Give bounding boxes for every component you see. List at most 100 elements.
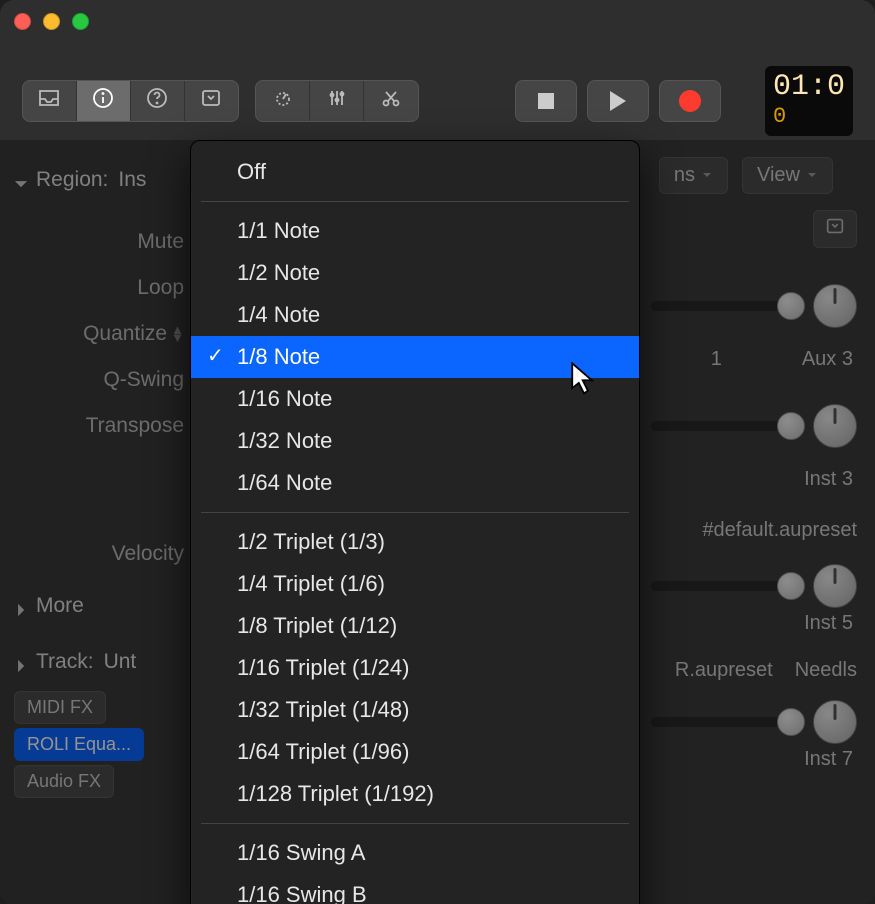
window-minimize-button[interactable] xyxy=(43,13,60,30)
inspector-panel: Region: Ins Mute Loop Quantize ▲▼ Q-Swin… xyxy=(0,141,200,904)
slider-thumb[interactable] xyxy=(777,292,805,320)
preset-right: Needls xyxy=(795,659,857,682)
quantize-menu-item[interactable]: 1/32 Triplet (1/48) xyxy=(191,689,639,731)
mute-label: Mute xyxy=(137,230,184,254)
quantize-menu-item[interactable]: 1/64 Note xyxy=(191,462,639,504)
quantize-menu-item[interactable]: 1/16 Swing A xyxy=(191,832,639,874)
catch-playhead-button[interactable] xyxy=(813,210,857,248)
pan-knob[interactable] xyxy=(813,404,857,448)
mute-row[interactable]: Mute xyxy=(8,219,192,265)
loop-label: Loop xyxy=(137,276,184,300)
info-icon xyxy=(91,86,115,116)
velocity-row[interactable]: Velocity xyxy=(8,531,192,577)
quantize-menu-item[interactable]: 1/2 Triplet (1/3) xyxy=(191,521,639,563)
menu-separator xyxy=(201,823,629,824)
view-dropdown-label: View xyxy=(757,164,800,187)
volume-slider[interactable] xyxy=(651,301,801,311)
chevron-down-icon xyxy=(14,173,28,187)
quantize-label: Quantize xyxy=(83,322,167,346)
chevron-right-icon xyxy=(14,655,28,669)
quantize-menu-item[interactable]: 1/16 Triplet (1/24) xyxy=(191,647,639,689)
smart-controls-button[interactable] xyxy=(256,81,310,121)
channel-name: Inst 5 xyxy=(804,612,853,644)
play-icon xyxy=(610,91,626,111)
panel-down-icon xyxy=(199,86,223,116)
pan-knob[interactable] xyxy=(813,564,857,608)
play-button[interactable] xyxy=(587,80,649,122)
quantize-row[interactable]: Quantize ▲▼ xyxy=(8,311,192,357)
functions-dropdown-label: ns xyxy=(674,164,695,187)
volume-slider[interactable] xyxy=(651,421,801,431)
instrument-slot[interactable]: ROLI Equa... xyxy=(14,728,144,761)
titlebar xyxy=(0,0,875,32)
help-button[interactable] xyxy=(131,81,185,121)
volume-slider[interactable] xyxy=(651,581,801,591)
quantize-menu-item[interactable]: 1/128 Triplet (1/192) xyxy=(191,773,639,815)
toolbar-button[interactable] xyxy=(185,81,239,121)
quantize-menu[interactable]: Off1/1 Note1/2 Note1/4 Note1/8 Note1/16 … xyxy=(190,140,640,904)
quantize-menu-item[interactable]: 1/4 Note xyxy=(191,294,639,336)
midi-fx-slot[interactable]: MIDI FX xyxy=(14,691,106,724)
lcd-time: 01:0 xyxy=(773,70,845,104)
pan-knob[interactable] xyxy=(813,700,857,744)
help-icon xyxy=(145,86,169,116)
channel-name: Inst 3 xyxy=(804,468,853,500)
lcd-display[interactable]: 01:0 0 xyxy=(765,66,853,136)
region-label: Region: xyxy=(36,168,108,192)
quantize-menu-item[interactable]: 1/4 Triplet (1/6) xyxy=(191,563,639,605)
functions-dropdown[interactable]: ns xyxy=(659,157,728,194)
record-icon xyxy=(679,90,701,112)
pan-knob[interactable] xyxy=(813,284,857,328)
quantize-menu-item[interactable]: Off xyxy=(191,151,639,193)
region-value: Ins xyxy=(118,168,146,192)
channel-name: Aux 3 xyxy=(802,348,853,380)
qswing-label: Q-Swing xyxy=(103,368,184,392)
inspector-button-group xyxy=(22,80,239,122)
region-section-header[interactable]: Region: Ins xyxy=(8,155,192,205)
lcd-subvalue: 0 xyxy=(773,104,845,129)
mixer-button[interactable] xyxy=(310,81,364,121)
quantize-menu-item[interactable]: 1/16 Note xyxy=(191,378,639,420)
window-zoom-button[interactable] xyxy=(72,13,89,30)
track-value: Unt xyxy=(104,650,137,674)
stop-button[interactable] xyxy=(515,80,577,122)
chevron-down-icon xyxy=(806,164,818,187)
more-label: More xyxy=(36,594,84,618)
quantize-menu-item[interactable]: 1/8 Triplet (1/12) xyxy=(191,605,639,647)
stepper-icon[interactable]: ▲▼ xyxy=(171,326,184,342)
slider-thumb[interactable] xyxy=(777,572,805,600)
window-close-button[interactable] xyxy=(14,13,31,30)
velocity-label: Velocity xyxy=(112,542,184,566)
quantize-menu-item[interactable]: 1/64 Triplet (1/96) xyxy=(191,731,639,773)
preset-name[interactable]: R.aupreset xyxy=(675,659,773,682)
channel-number: 1 xyxy=(711,348,722,380)
track-label: Track: xyxy=(36,650,94,674)
more-section-header[interactable]: More xyxy=(8,581,192,631)
inspector-button[interactable] xyxy=(77,81,131,121)
loop-row[interactable]: Loop xyxy=(8,265,192,311)
transpose-row[interactable]: Transpose xyxy=(8,403,192,449)
quantize-menu-item[interactable]: 1/16 Swing B xyxy=(191,874,639,904)
chevron-down-icon xyxy=(701,164,713,187)
transpose-label: Transpose xyxy=(86,414,184,438)
stop-icon xyxy=(538,93,554,109)
editors-button[interactable] xyxy=(364,81,418,121)
quantize-menu-item[interactable]: 1/32 Note xyxy=(191,420,639,462)
channel-name: Inst 7 xyxy=(804,748,853,780)
quantize-menu-item[interactable]: 1/1 Note xyxy=(191,210,639,252)
volume-slider[interactable] xyxy=(651,717,801,727)
record-button[interactable] xyxy=(659,80,721,122)
audio-fx-slot[interactable]: Audio FX xyxy=(14,765,114,798)
scissors-icon xyxy=(379,86,403,116)
tray-icon xyxy=(37,86,61,116)
quantize-menu-item[interactable]: 1/2 Note xyxy=(191,252,639,294)
quantize-menu-item[interactable]: 1/8 Note xyxy=(191,336,639,378)
dial-icon xyxy=(271,86,295,116)
track-section-header[interactable]: Track: Unt xyxy=(8,637,192,687)
panel-down-icon xyxy=(824,215,846,243)
slider-thumb[interactable] xyxy=(777,708,805,736)
view-dropdown[interactable]: View xyxy=(742,157,833,194)
slider-thumb[interactable] xyxy=(777,412,805,440)
qswing-row[interactable]: Q-Swing xyxy=(8,357,192,403)
library-button[interactable] xyxy=(23,81,77,121)
